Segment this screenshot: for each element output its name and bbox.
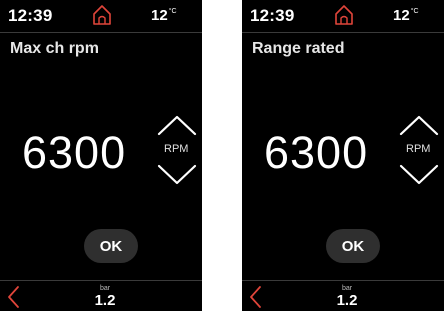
pressure-unit: bar — [99, 285, 111, 292]
temperature-unit: °C — [168, 8, 177, 15]
device-screen-range-rated: 12:39 12°C Range rated 6300 RPM OK bar 1… — [242, 0, 444, 311]
setting-value: 6300 — [264, 127, 369, 178]
unit-label: RPM — [406, 143, 431, 155]
setting-title: Range rated — [252, 40, 345, 57]
unit-label: RPM — [164, 143, 189, 155]
chevron-down-icon[interactable] — [398, 162, 440, 188]
chevron-up-icon[interactable] — [398, 112, 440, 138]
temperature-unit: °C — [410, 8, 419, 15]
pressure-value: 1.2 — [94, 292, 116, 309]
setting-title: Max ch rpm — [10, 40, 99, 57]
device-screen-max-ch-rpm: 12:39 12°C Max ch rpm 6300 RPM OK bar 1.… — [0, 0, 202, 311]
temperature-readout: 12°C — [151, 7, 177, 24]
footer-bar: bar 1.2 — [0, 280, 202, 311]
home-icon[interactable] — [91, 3, 113, 27]
clock: 12:39 — [250, 6, 295, 25]
chevron-down-icon[interactable] — [156, 162, 198, 188]
pressure-value: 1.2 — [336, 292, 358, 309]
status-bar: 12:39 12°C — [0, 0, 202, 33]
chevron-up-icon[interactable] — [156, 112, 198, 138]
setting-value: 6300 — [22, 127, 127, 178]
home-icon[interactable] — [333, 3, 355, 27]
clock: 12:39 — [8, 6, 53, 25]
status-bar: 12:39 12°C — [242, 0, 444, 33]
ok-button[interactable]: OK — [326, 229, 380, 263]
footer-bar: bar 1.2 — [242, 280, 444, 311]
temperature-readout: 12°C — [393, 7, 419, 24]
chevron-left-icon[interactable] — [248, 285, 262, 309]
pressure-unit: bar — [341, 285, 353, 292]
ok-button[interactable]: OK — [84, 229, 138, 263]
chevron-left-icon[interactable] — [6, 285, 20, 309]
